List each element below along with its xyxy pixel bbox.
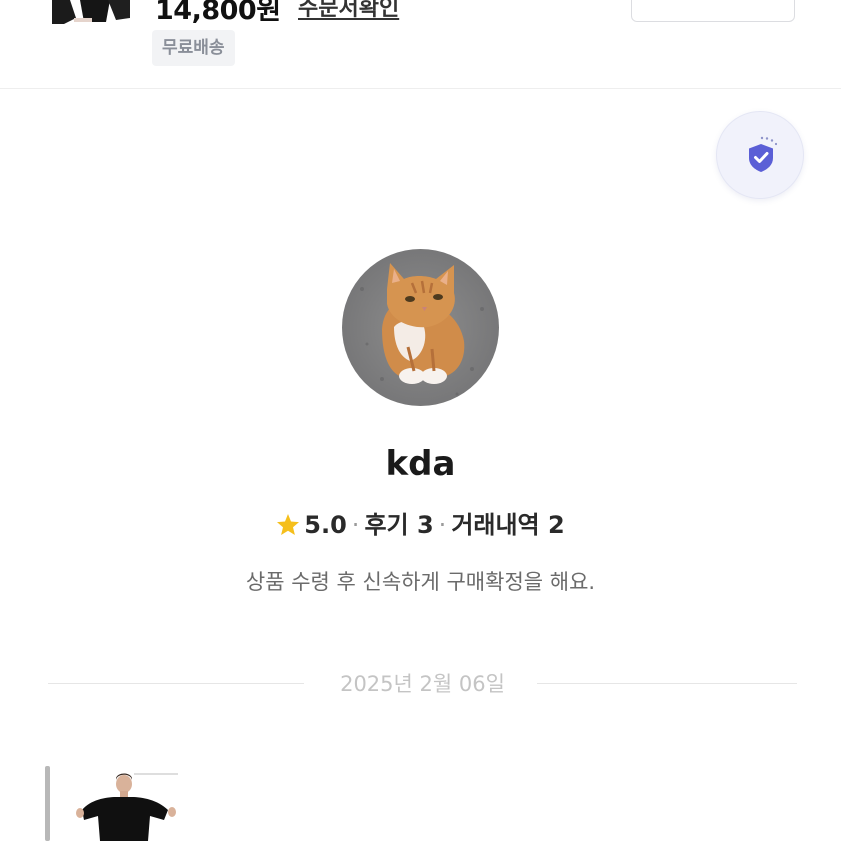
seller-stats: 5.0 · 후기 3 · 거래내역 2 xyxy=(0,505,841,542)
transactions-link[interactable]: 거래내역 2 xyxy=(451,511,564,539)
star-icon xyxy=(276,513,300,542)
order-sheet-link[interactable]: 주문서확인 xyxy=(298,0,399,22)
seller-avatar[interactable] xyxy=(342,249,499,406)
product-price: 14,800원 xyxy=(155,0,281,26)
separator: · xyxy=(351,511,360,539)
divider-line-right xyxy=(537,683,797,684)
free-shipping-badge: 무료배송 xyxy=(152,30,235,66)
message-image[interactable] xyxy=(72,770,184,841)
separator: · xyxy=(438,511,447,539)
reviews-link[interactable]: 후기 3 xyxy=(364,511,433,539)
transactions-count: 2 xyxy=(548,511,565,539)
product-action-button[interactable] xyxy=(631,0,795,22)
product-photo-icon xyxy=(72,770,184,841)
product-header: 14,800원 주문서확인 무료배송 xyxy=(0,0,841,89)
message-quote-bar xyxy=(45,766,50,841)
reviews-count: 3 xyxy=(416,511,434,539)
safe-transaction-button[interactable] xyxy=(716,111,804,199)
rating-value: 5.0 xyxy=(304,511,347,539)
seller-username: kda xyxy=(385,444,456,484)
product-thumbnail[interactable] xyxy=(50,0,132,24)
shield-check-icon xyxy=(749,136,777,172)
product-thumbnail-icon xyxy=(52,0,130,24)
date-divider: 2025년 2월 06일 xyxy=(48,668,797,698)
transactions-label: 거래내역 xyxy=(451,511,540,539)
reviews-label: 후기 xyxy=(364,511,409,539)
cat-avatar xyxy=(342,249,499,406)
seller-tagline: 상품 수령 후 신속하게 구매확정을 해요. xyxy=(245,570,596,594)
